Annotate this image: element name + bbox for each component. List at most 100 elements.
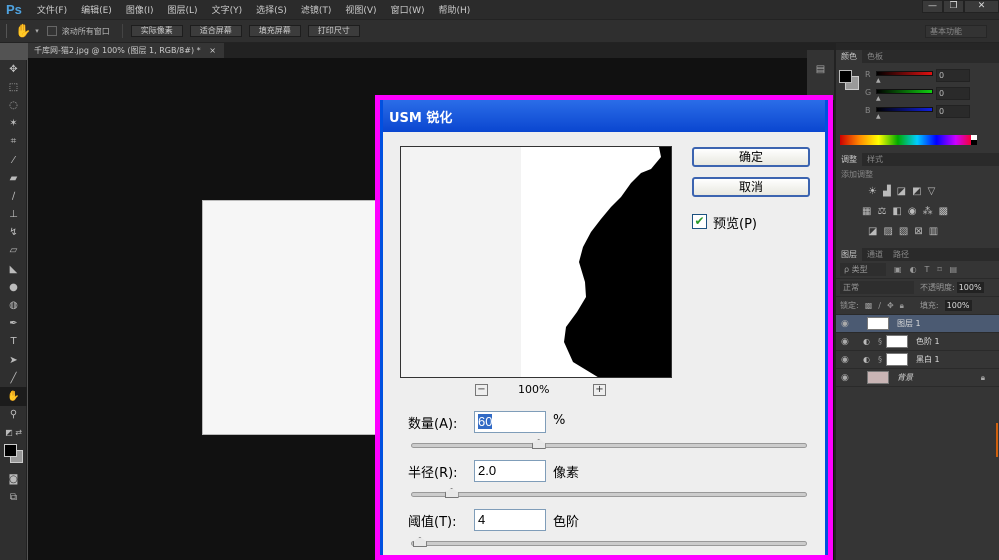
- swap-colors-icon[interactable]: ◩ ⇄: [0, 424, 27, 442]
- tab-adjustments[interactable]: 调整: [836, 153, 862, 166]
- exposure-icon[interactable]: ◩: [912, 186, 921, 197]
- channel-slider-g[interactable]: [876, 89, 933, 94]
- amount-input[interactable]: 60: [474, 411, 546, 433]
- menu-file[interactable]: 文件(F): [30, 3, 74, 16]
- color-spectrum-bar[interactable]: [840, 135, 975, 145]
- mask-link-icon[interactable]: §: [878, 355, 882, 364]
- tab-paths[interactable]: 路径: [888, 248, 914, 261]
- gradient-map-icon[interactable]: ▥: [929, 226, 938, 237]
- invert-icon[interactable]: ◪: [868, 226, 877, 237]
- hand-tool-icon[interactable]: ✋: [0, 387, 27, 406]
- lock-paint-icon[interactable]: ∕: [878, 301, 881, 310]
- blend-mode-select[interactable]: 正常: [840, 281, 914, 294]
- channel-input-g[interactable]: 0: [936, 87, 970, 100]
- channel-slider-r[interactable]: [876, 71, 933, 76]
- channel-input-r[interactable]: 0: [936, 69, 970, 82]
- type-tool-icon[interactable]: T: [0, 333, 27, 351]
- fill-screen-button[interactable]: 填充屏幕: [248, 25, 301, 37]
- zoom-out-button[interactable]: −: [475, 384, 488, 396]
- amount-slider-track[interactable]: [411, 439, 807, 449]
- layer-row[interactable]: ◉ ◐ § 黑白 1: [836, 351, 999, 369]
- dialog-title-bar[interactable]: USM 锐化 ✕: [383, 100, 825, 132]
- eyedropper-tool-icon[interactable]: ⁄: [0, 151, 27, 169]
- pen-tool-icon[interactable]: ✒: [0, 315, 27, 333]
- radius-slider-thumb[interactable]: [444, 488, 459, 498]
- color-lookup-icon[interactable]: ▩: [939, 206, 948, 217]
- channel-slider-thumb[interactable]: ▲: [876, 95, 881, 102]
- threshold-input[interactable]: 4: [474, 509, 546, 531]
- menu-view[interactable]: 视图(V): [338, 3, 383, 16]
- amount-slider-thumb[interactable]: [531, 439, 546, 449]
- curves-icon[interactable]: ◪: [897, 186, 906, 197]
- fit-screen-button[interactable]: 适合屏幕: [189, 25, 242, 37]
- preview-image[interactable]: [400, 146, 672, 378]
- black-swatch[interactable]: [971, 140, 977, 145]
- zoom-in-button[interactable]: +: [593, 384, 606, 396]
- threshold-icon[interactable]: ▧: [899, 226, 908, 237]
- document-tab[interactable]: 千库网-猫2.jpg @ 100% (图层 1, RGB/8#) * ×: [28, 43, 224, 58]
- history-brush-tool-icon[interactable]: ↯: [0, 224, 27, 242]
- dodge-tool-icon[interactable]: ◍: [0, 296, 27, 314]
- black-white-icon[interactable]: ◧: [892, 206, 901, 217]
- menu-help[interactable]: 帮助(H): [431, 3, 477, 16]
- channel-slider-thumb[interactable]: ▲: [876, 77, 881, 84]
- layer-row[interactable]: ◉ ◐ § 色阶 1: [836, 333, 999, 351]
- lock-position-icon[interactable]: ✥: [887, 301, 894, 310]
- document-image[interactable]: [202, 200, 377, 435]
- hand-tool-icon[interactable]: ✋: [15, 24, 31, 39]
- menu-layer[interactable]: 图层(L): [161, 3, 205, 16]
- tab-color[interactable]: 颜色: [836, 50, 862, 63]
- photo-filter-icon[interactable]: ◉: [908, 206, 917, 217]
- restore-button[interactable]: ❐: [943, 0, 964, 13]
- hue-saturation-icon[interactable]: ▦: [862, 206, 871, 217]
- tool-preset-dropdown-icon[interactable]: ▾: [35, 27, 39, 35]
- menu-window[interactable]: 窗口(W): [384, 3, 432, 16]
- tab-layers[interactable]: 图层: [836, 248, 862, 261]
- menu-edit[interactable]: 编辑(E): [74, 3, 119, 16]
- workspace-switcher[interactable]: 基本功能: [925, 25, 987, 38]
- channel-input-b[interactable]: 0: [936, 105, 970, 118]
- move-tool-icon[interactable]: ✥: [0, 60, 27, 78]
- posterize-icon[interactable]: ▨: [883, 226, 892, 237]
- path-selection-tool-icon[interactable]: ➤: [0, 351, 27, 369]
- tab-channels[interactable]: 通道: [862, 248, 888, 261]
- crop-tool-icon[interactable]: ⌗: [0, 133, 27, 151]
- preview-checkbox[interactable]: ✔: [692, 214, 707, 229]
- cancel-button[interactable]: 取消: [692, 177, 810, 197]
- close-window-button[interactable]: ✕: [964, 0, 999, 13]
- tab-swatches[interactable]: 色板: [862, 50, 888, 63]
- levels-icon[interactable]: ▟: [883, 186, 891, 197]
- menu-select[interactable]: 选择(S): [249, 3, 294, 16]
- lock-all-icon[interactable]: 🔒︎: [900, 301, 904, 311]
- opacity-input[interactable]: 100%: [956, 282, 984, 293]
- line-tool-icon[interactable]: ╱: [0, 369, 27, 387]
- channel-slider-thumb[interactable]: ▲: [876, 113, 881, 120]
- filter-smart-icon[interactable]: ▤: [950, 265, 958, 274]
- radius-input[interactable]: 2.0: [474, 460, 546, 482]
- tab-close-icon[interactable]: ×: [209, 46, 216, 55]
- threshold-slider-track[interactable]: [411, 537, 807, 547]
- mask-link-icon[interactable]: §: [878, 337, 882, 346]
- menu-type[interactable]: 文字(Y): [205, 3, 250, 16]
- vibrance-icon[interactable]: ▽: [928, 186, 936, 197]
- color-swatches[interactable]: [0, 442, 26, 470]
- marquee-tool-icon[interactable]: ⬚: [0, 78, 27, 96]
- threshold-slider-thumb[interactable]: [412, 537, 427, 547]
- fg-color-chip[interactable]: [839, 70, 852, 83]
- history-panel-icon[interactable]: ▤: [807, 64, 834, 75]
- selective-color-icon[interactable]: ⊠: [914, 226, 922, 237]
- foreground-color-swatch[interactable]: [4, 443, 17, 457]
- healing-brush-tool-icon[interactable]: ▰: [0, 169, 27, 187]
- visibility-eye-icon[interactable]: ◉: [841, 319, 853, 329]
- radius-slider-track[interactable]: [411, 488, 807, 498]
- print-size-button[interactable]: 打印尺寸: [307, 25, 360, 37]
- blur-tool-icon[interactable]: ●: [0, 278, 27, 296]
- zoom-tool-icon[interactable]: ⚲: [0, 406, 27, 424]
- filter-adjustment-icon[interactable]: ◐: [910, 265, 917, 274]
- channel-slider-b[interactable]: [876, 107, 933, 112]
- clone-stamp-tool-icon[interactable]: ⊥: [0, 206, 27, 224]
- color-balance-icon[interactable]: ⚖: [877, 206, 886, 217]
- minimize-button[interactable]: —: [922, 0, 943, 13]
- actual-pixels-button[interactable]: 实际像素: [130, 25, 183, 37]
- lock-transparency-icon[interactable]: ▩: [865, 301, 873, 310]
